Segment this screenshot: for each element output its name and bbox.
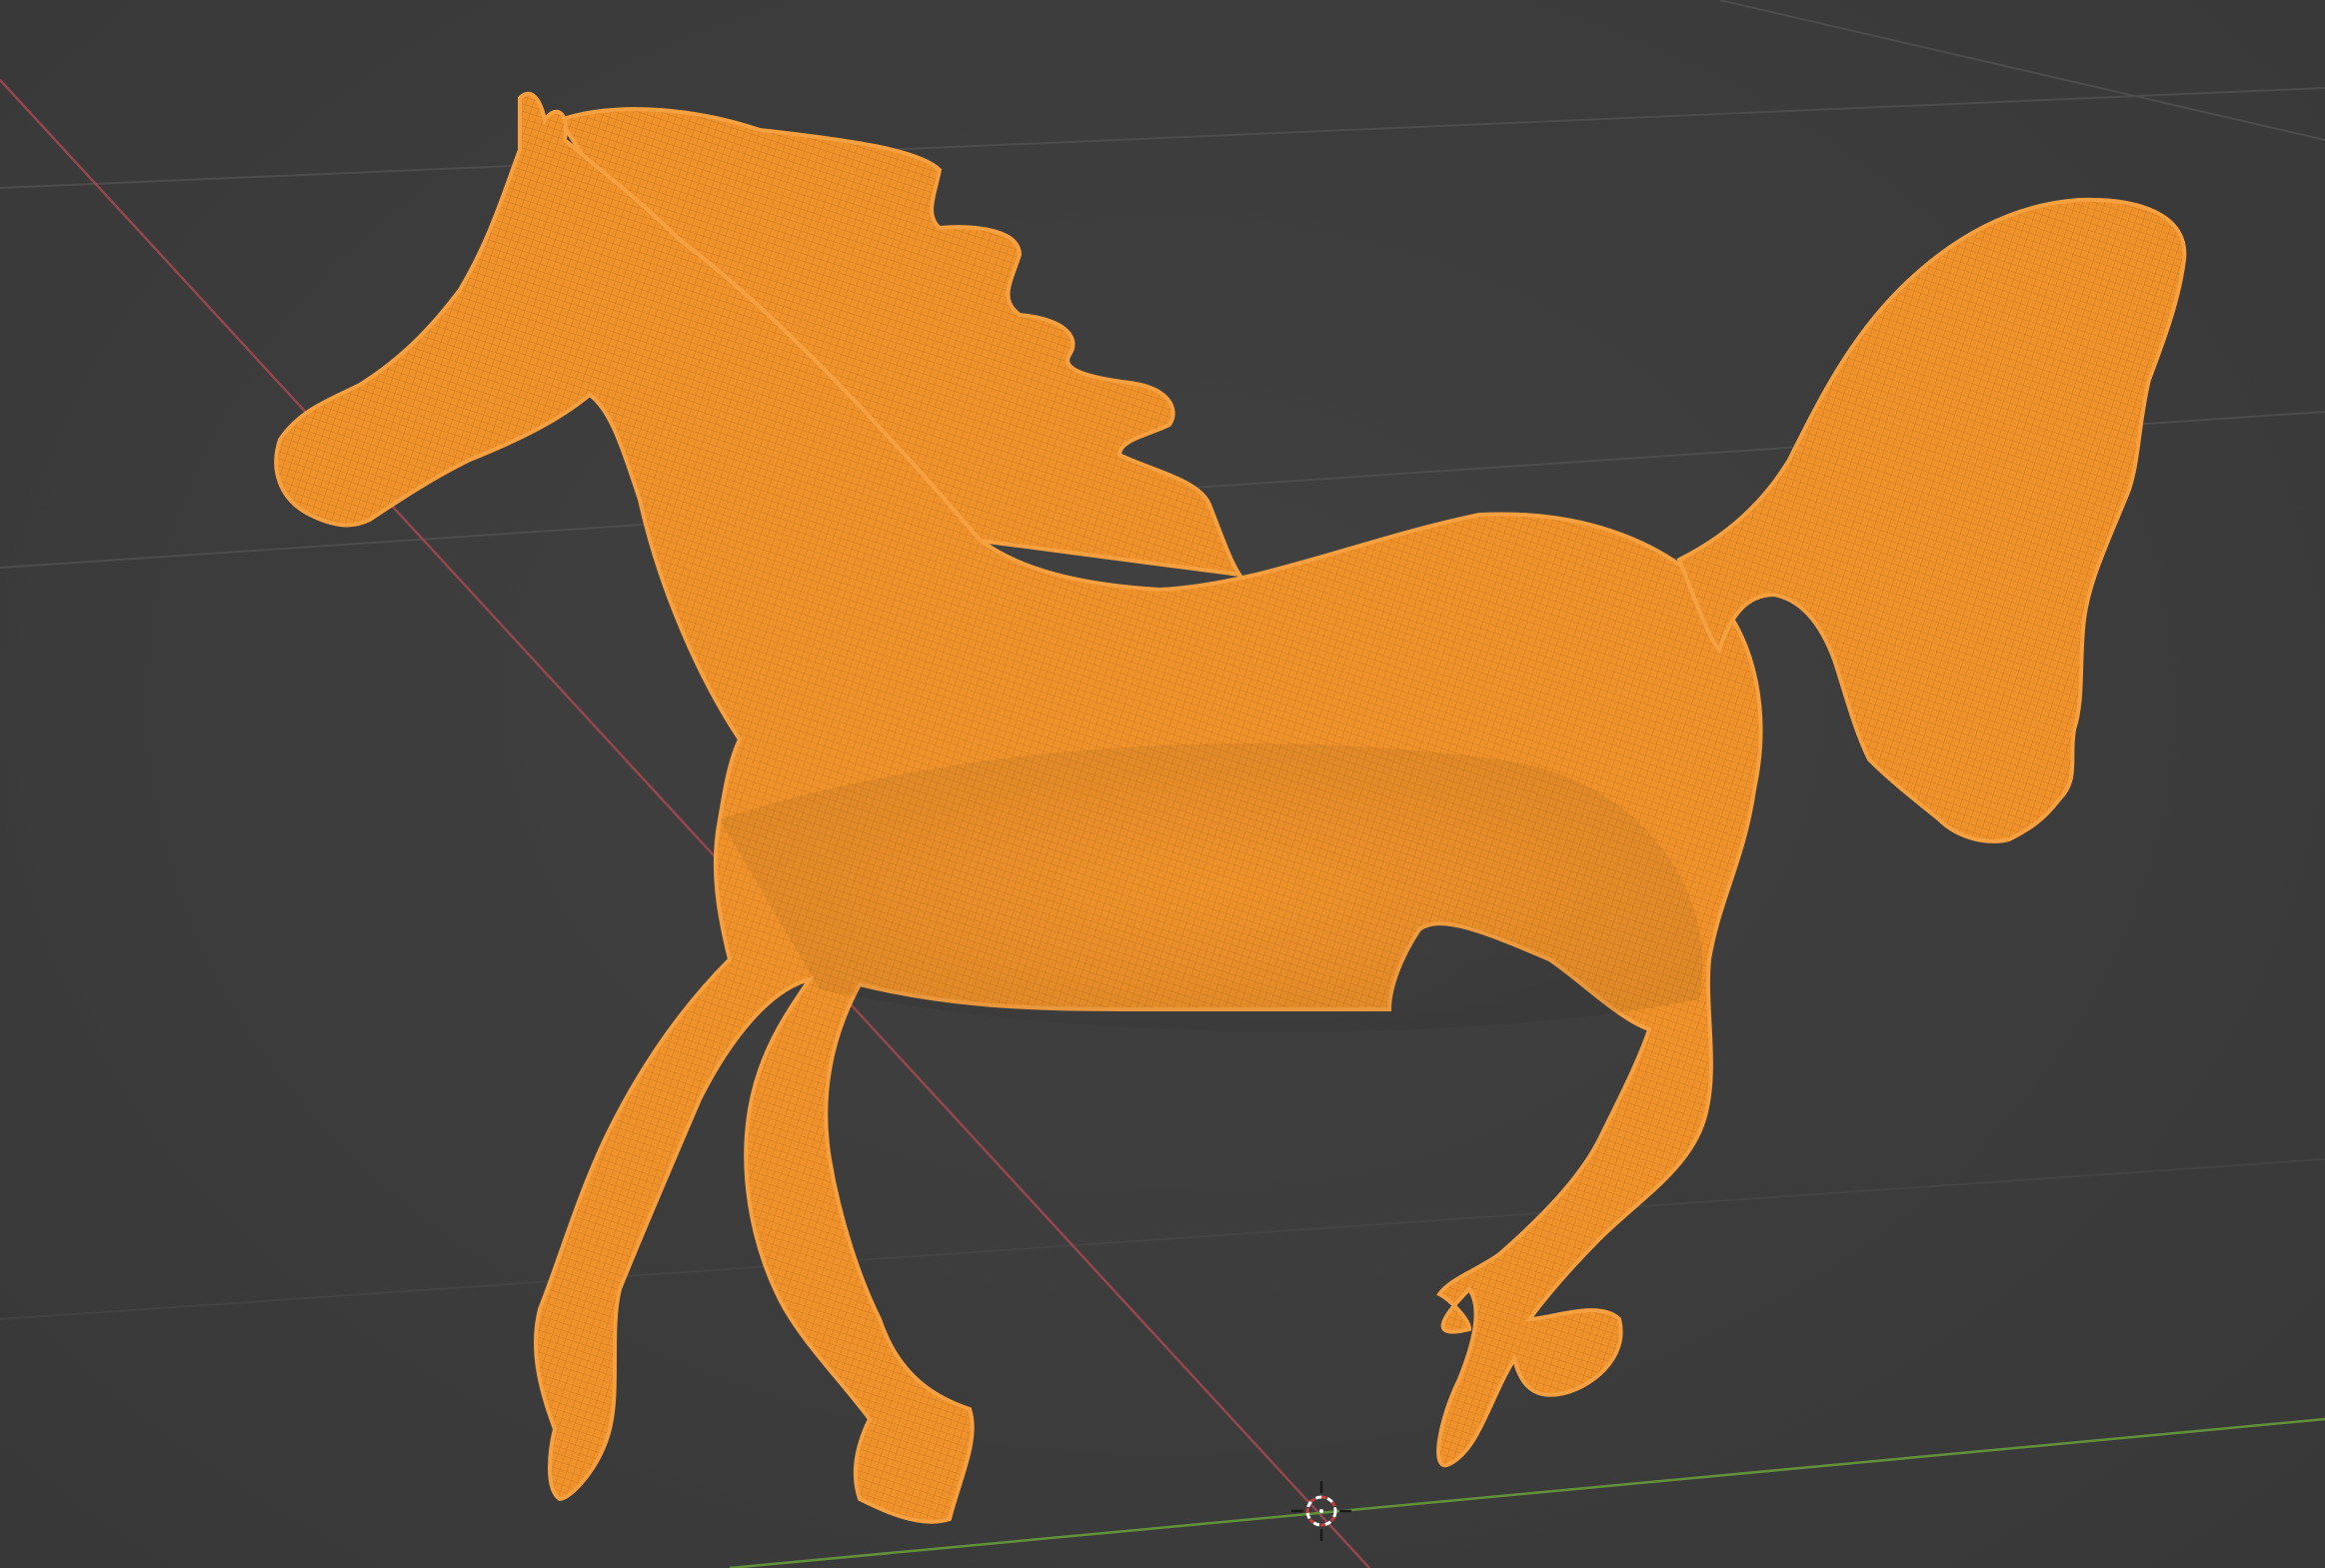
horse-mesh[interactable] bbox=[274, 91, 2187, 1524]
horse-shading bbox=[720, 743, 1703, 1032]
3d-viewport[interactable] bbox=[0, 0, 2325, 1568]
viewport-canvas[interactable] bbox=[0, 0, 2325, 1568]
3d-cursor-icon[interactable] bbox=[1291, 1481, 1351, 1541]
